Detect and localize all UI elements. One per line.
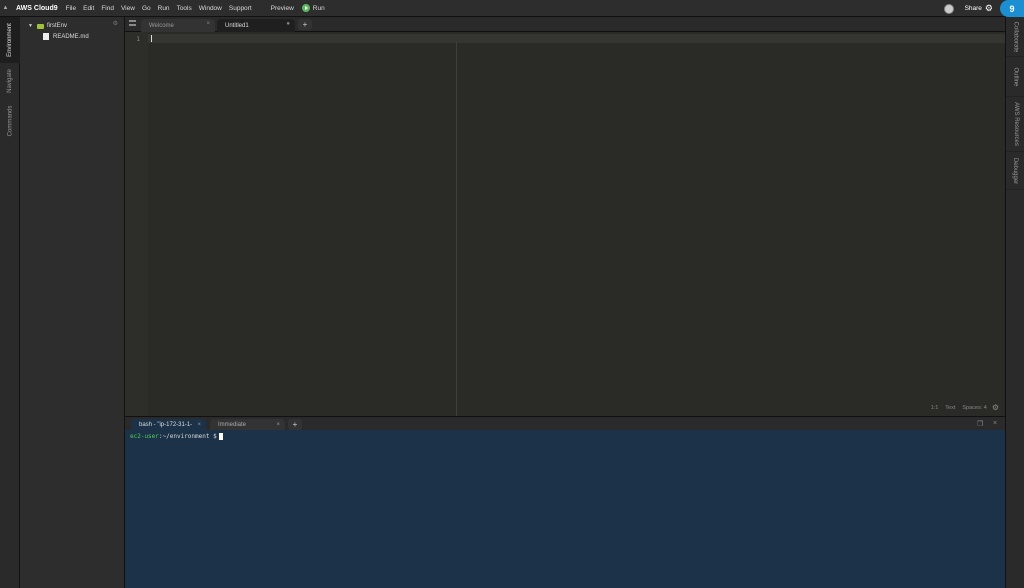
folder-label: firstEnv xyxy=(46,23,67,29)
right-panel-tabs: Collaborate Outline AWS Resources Debugg… xyxy=(1005,17,1024,588)
print-margin xyxy=(456,42,457,416)
file-label: README.md xyxy=(53,33,89,40)
tab-debugger[interactable]: Debugger xyxy=(1006,152,1024,190)
line-number: 1 xyxy=(136,36,140,43)
menu-run[interactable]: Run xyxy=(158,5,170,12)
tab-menu-icon[interactable] xyxy=(129,20,136,26)
preview-button[interactable]: Preview xyxy=(271,5,294,12)
tab-aws-resources[interactable]: AWS Resources xyxy=(1006,97,1024,152)
file-icon xyxy=(43,33,49,40)
folder-icon xyxy=(36,23,44,29)
menu-bar: ▲ AWS Cloud9 File Edit Find View Go Run … xyxy=(0,0,1024,17)
tab-collaborate-label: Collaborate xyxy=(1012,21,1019,52)
editor-status-bar: 1:1 Text Spaces: 4 ⚙ xyxy=(924,403,999,412)
terminal[interactable]: ec2-user:~/environment $ xyxy=(125,430,1005,588)
tab-commands[interactable]: Commands xyxy=(0,99,20,143)
tab-outline[interactable]: Outline xyxy=(1006,57,1024,97)
close-panel-icon[interactable]: × xyxy=(993,420,997,427)
collapse-arrow-icon[interactable]: ▲ xyxy=(0,0,11,17)
menu-go[interactable]: Go xyxy=(142,5,151,12)
tab-immediate-label: Immediate xyxy=(218,422,247,428)
close-icon[interactable]: × xyxy=(206,21,210,27)
prompt-user: ec2-user xyxy=(130,433,159,440)
file-tree: ⚙ ▼ firstEnv README.md xyxy=(20,17,125,588)
syntax-mode[interactable]: Text xyxy=(945,405,955,411)
menu-find[interactable]: Find xyxy=(101,5,114,12)
new-terminal-button[interactable]: + xyxy=(288,419,302,430)
maximize-icon[interactable]: ❐ xyxy=(977,420,983,428)
tab-navigate-label: Navigate xyxy=(7,69,13,93)
menu-window[interactable]: Window xyxy=(199,5,222,12)
editor-tab-bar: Welcome × Untitled1 ● + xyxy=(125,17,1005,32)
tab-environment[interactable]: Environment xyxy=(0,17,20,63)
terminal-cursor xyxy=(218,433,223,440)
run-button[interactable]: Run xyxy=(301,4,325,12)
menu-support[interactable]: Support xyxy=(229,5,252,12)
play-icon xyxy=(301,4,310,12)
tab-environment-label: Environment xyxy=(7,23,13,57)
indent-setting[interactable]: Spaces: 4 xyxy=(962,405,986,411)
tab-outline-label: Outline xyxy=(1012,66,1019,87)
tab-welcome-label: Welcome xyxy=(149,22,174,29)
left-panel-tabs: Environment Navigate Commands xyxy=(0,17,20,588)
tree-file-readme[interactable]: README.md xyxy=(43,33,89,40)
tab-welcome[interactable]: Welcome × xyxy=(141,19,215,32)
run-label: Run xyxy=(312,4,325,12)
tab-commands-label: Commands xyxy=(7,105,13,137)
close-icon[interactable]: × xyxy=(276,422,280,428)
expand-triangle-icon[interactable]: ▼ xyxy=(28,23,33,29)
tab-untitled1-label: Untitled1 xyxy=(225,22,249,29)
menu-tools[interactable]: Tools xyxy=(177,5,192,12)
text-cursor xyxy=(151,35,152,42)
active-line-highlight xyxy=(148,34,1005,43)
tab-aws-resources-label: AWS Resources xyxy=(1012,102,1019,146)
tab-navigate[interactable]: Navigate xyxy=(0,63,20,99)
user-avatar[interactable] xyxy=(943,3,954,14)
preferences-gear-icon[interactable]: ⚙ xyxy=(985,3,993,14)
tab-bash-label: bash - "ip-172-31-1- xyxy=(139,422,193,428)
tab-collaborate[interactable]: Collaborate xyxy=(1006,17,1024,57)
new-tab-button[interactable]: + xyxy=(298,19,312,30)
app-brand[interactable]: AWS Cloud9 xyxy=(16,5,58,12)
share-button[interactable]: Share xyxy=(965,5,982,12)
menu-edit[interactable]: Edit xyxy=(83,5,94,12)
menu-file[interactable]: File xyxy=(66,5,76,12)
cursor-position[interactable]: 1:1 xyxy=(931,405,939,411)
cloud9-logo-icon[interactable]: 9 xyxy=(1000,0,1024,17)
tab-untitled1[interactable]: Untitled1 ● xyxy=(217,19,295,32)
tree-settings-gear-icon[interactable]: ⚙ xyxy=(113,20,118,27)
tree-folder-root[interactable]: ▼ firstEnv xyxy=(28,23,67,29)
terminal-prompt: ec2-user:~/environment $ xyxy=(130,433,223,440)
editor-settings-gear-icon[interactable]: ⚙ xyxy=(992,403,999,412)
unsaved-dot-icon[interactable]: ● xyxy=(286,21,290,27)
line-gutter: 1 xyxy=(125,32,148,416)
terminal-tab-bar: bash - "ip-172-31-1- × Immediate × + ❐ × xyxy=(125,416,1005,431)
close-icon[interactable]: × xyxy=(197,422,201,428)
menu-view[interactable]: View xyxy=(121,5,135,12)
tab-debugger-label: Debugger xyxy=(1012,157,1019,184)
prompt-path: :~/environment $ xyxy=(158,433,217,440)
code-editor[interactable]: 1 1:1 Text Spaces: 4 ⚙ xyxy=(125,32,1005,416)
